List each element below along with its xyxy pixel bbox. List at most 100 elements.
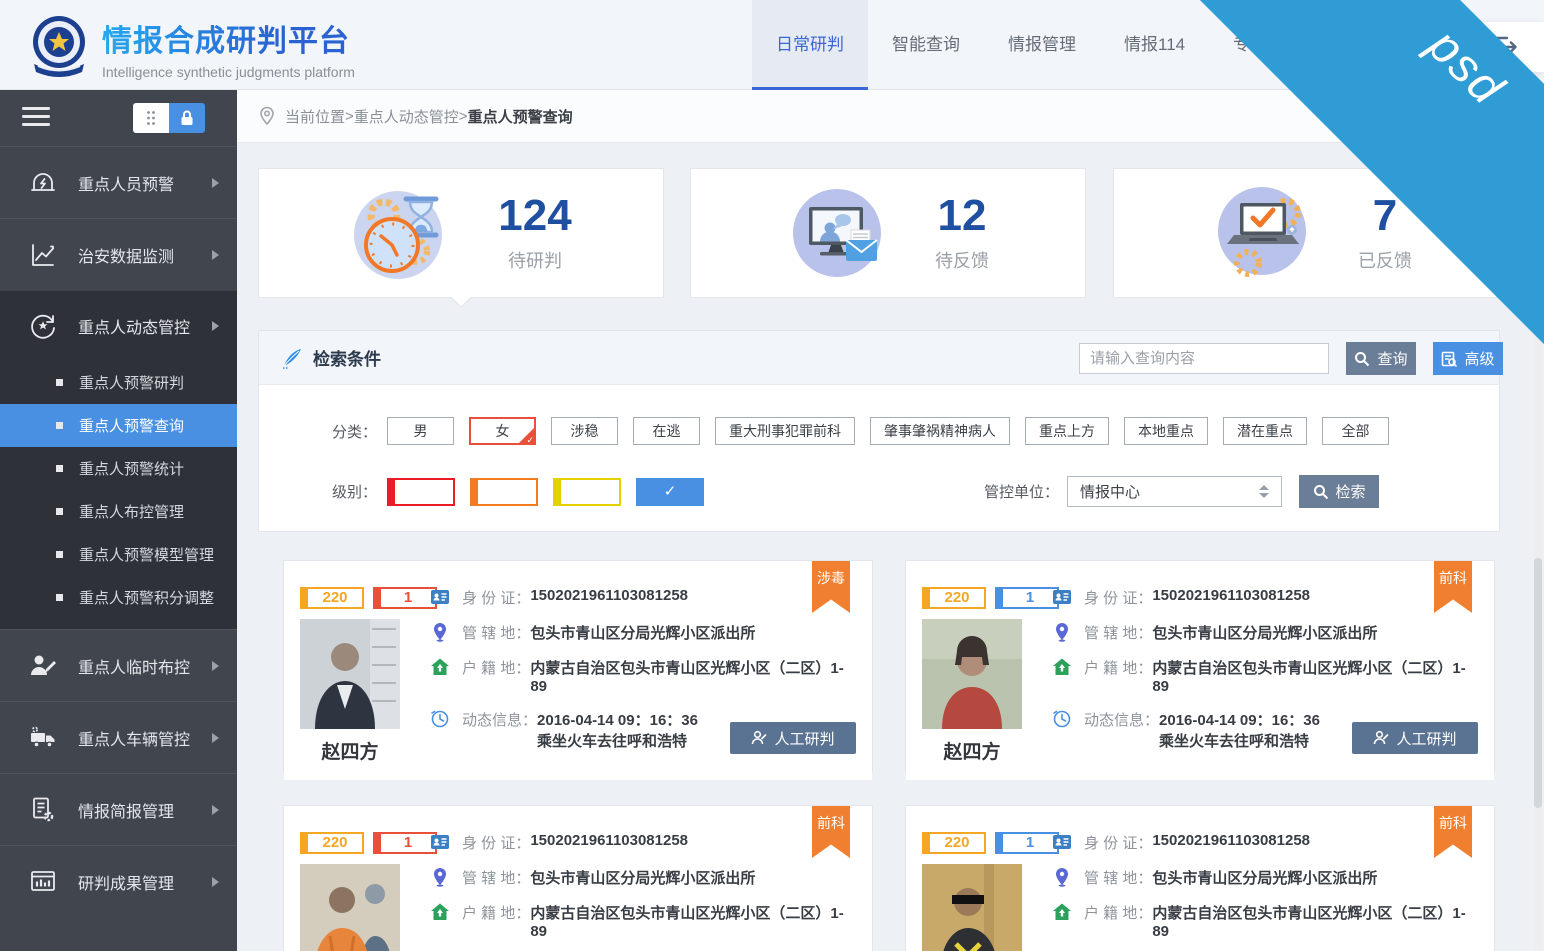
level-orange[interactable]	[470, 478, 538, 506]
category-mental-illness[interactable]: 肇事肇祸精神病人	[870, 417, 1010, 445]
sidebar-subitem-warning-query[interactable]: 重点人预警查询	[0, 404, 237, 447]
sidebar: 重点人员预警 治安数据监测 重点人动态管控	[0, 90, 237, 951]
sidebar-subitem-control-management[interactable]: 重点人布控管理	[0, 490, 237, 533]
search-icon	[1354, 351, 1370, 367]
bullet-icon	[56, 594, 63, 601]
alert-count-badge: 1	[373, 587, 437, 609]
map-pin-icon	[1052, 867, 1072, 887]
sidebar-item-results-management[interactable]: 研判成果管理	[0, 845, 237, 917]
laptop-check-icon	[1210, 183, 1310, 283]
score-badge: 220	[922, 832, 986, 854]
category-local-key[interactable]: 本地重点	[1124, 417, 1208, 445]
alarm-icon	[28, 168, 58, 198]
quill-icon	[281, 347, 303, 369]
scrollbar-thumb[interactable]	[1534, 558, 1542, 808]
lock-icon[interactable]	[169, 103, 205, 133]
map-pin-icon	[1052, 622, 1072, 642]
category-all[interactable]: 全部	[1322, 417, 1389, 445]
chevron-right-icon	[212, 733, 219, 743]
home-icon	[1052, 902, 1072, 922]
manual-judgment-button[interactable]: 人工研判	[730, 722, 856, 754]
sidebar-item-label: 重点人员预警	[78, 171, 212, 195]
sort-arrows-icon	[1259, 485, 1269, 498]
sidebar-item-security-data-monitor[interactable]: 治安数据监测	[0, 218, 237, 290]
chevron-right-icon	[212, 250, 219, 260]
query-button[interactable]: 查询	[1346, 342, 1416, 375]
app-subtitle: Intelligence synthetic judgments platfor…	[102, 64, 355, 80]
level-red[interactable]	[387, 478, 455, 506]
search-button[interactable]: 检索	[1299, 475, 1379, 508]
stat-value: 12	[935, 193, 989, 239]
level-label: 级别：	[259, 481, 377, 502]
sidebar-item-label: 治安数据监测	[78, 243, 212, 267]
breadcrumb-separator: >	[459, 108, 468, 125]
sidebar-item-dynamic-control[interactable]: 重点人动态管控	[0, 291, 237, 361]
app-title: 情报合成研判平台	[102, 16, 355, 60]
category-potential-key[interactable]: 潜在重点	[1223, 417, 1307, 445]
map-pin-icon	[430, 622, 450, 642]
sidebar-lock-toggle[interactable]	[133, 103, 205, 133]
category-key-upper[interactable]: 重点上方	[1025, 417, 1109, 445]
person-photo	[922, 619, 1022, 729]
bullet-icon	[56, 465, 63, 472]
category-label: 分类：	[259, 421, 377, 442]
tab-intel-114[interactable]: 情报114	[1100, 0, 1209, 90]
menu-icon[interactable]	[22, 107, 50, 126]
advanced-button[interactable]: 高级	[1433, 342, 1503, 375]
alert-count-badge: 1	[373, 832, 437, 854]
sidebar-subitem-warning-judgment[interactable]: 重点人预警研判	[0, 361, 237, 404]
category-major-crime[interactable]: 重大刑事犯罪前科	[715, 417, 855, 445]
category-male[interactable]: 男	[387, 417, 454, 445]
grip-icon[interactable]	[133, 103, 169, 133]
id-card-icon	[1052, 832, 1072, 852]
person-name: 赵四方	[922, 737, 1022, 764]
unit-dropdown[interactable]: 情报中心	[1067, 476, 1282, 507]
level-filter-row: 级别： ✓ 管控单位： 情报中心 检索	[259, 475, 1499, 508]
person-photo	[300, 619, 400, 729]
person-card: 220 1 身 份 证： 1502021961103081258	[283, 805, 873, 951]
score-badge: 220	[922, 587, 986, 609]
sidebar-item-temp-control[interactable]: 重点人临时布控	[0, 629, 237, 701]
query-input[interactable]	[1079, 343, 1329, 374]
sidebar-subitem-label: 重点人预警模型管理	[79, 544, 214, 565]
category-stability[interactable]: 涉稳	[551, 417, 618, 445]
stat-card-pending-judgment[interactable]: 124 待研判	[258, 168, 664, 298]
document-gear-icon	[28, 795, 58, 825]
app-window: 情报合成研判平台 Intelligence synthetic judgment…	[0, 0, 1544, 951]
refresh-star-icon	[28, 311, 58, 341]
sidebar-item-vehicle-control[interactable]: 重点人车辆管控	[0, 701, 237, 773]
sidebar-item-label: 研判成果管理	[78, 870, 212, 894]
breadcrumb-location: 当前位置	[285, 106, 345, 127]
sidebar-subitem-warning-stats[interactable]: 重点人预警统计	[0, 447, 237, 490]
sidebar-subitem-score-adjust[interactable]: 重点人预警积分调整	[0, 576, 237, 619]
tab-intel-management[interactable]: 情报管理	[984, 0, 1100, 90]
person-name: 赵四方	[300, 737, 400, 764]
tab-smart-query[interactable]: 智能查询	[868, 0, 984, 90]
manual-judgment-button[interactable]: 人工研判	[1352, 722, 1478, 754]
id-card-icon	[1052, 587, 1072, 607]
breadcrumb-parent[interactable]: 重点人动态管控	[354, 106, 459, 127]
sidebar-item-label: 情报简报管理	[78, 798, 212, 822]
person-card: 220 1 赵四方 身 份 证： 1502021961103081258	[283, 560, 873, 772]
sidebar-toolbar	[0, 90, 237, 146]
level-yellow[interactable]	[553, 478, 621, 506]
sidebar-subitem-label: 重点人布控管理	[79, 501, 184, 522]
category-female[interactable]: 女 ✓	[469, 417, 536, 445]
stat-card-pending-feedback[interactable]: 12 待反馈	[690, 168, 1086, 298]
sidebar-subitem-label: 重点人预警积分调整	[79, 587, 214, 608]
alert-count-badge: 1	[995, 587, 1059, 609]
sidebar-subitem-model-management[interactable]: 重点人预警模型管理	[0, 533, 237, 576]
monitor-mail-icon	[787, 183, 887, 283]
location-pin-icon	[257, 106, 277, 126]
panel-header: 检索条件 查询 高级	[259, 331, 1499, 385]
category-fugitive[interactable]: 在逃	[633, 417, 700, 445]
brand-block: 情报合成研判平台 Intelligence synthetic judgment…	[102, 16, 355, 80]
clock-hourglass-icon	[350, 183, 450, 283]
stat-value: 124	[498, 193, 571, 239]
selected-check-icon: ✓	[518, 427, 535, 444]
bullet-icon	[56, 379, 63, 386]
level-blue-selected[interactable]: ✓	[636, 478, 704, 506]
tab-daily-judgment[interactable]: 日常研判	[752, 0, 868, 90]
sidebar-item-brief-management[interactable]: 情报简报管理	[0, 773, 237, 845]
sidebar-item-key-person-warning[interactable]: 重点人员预警	[0, 146, 237, 218]
